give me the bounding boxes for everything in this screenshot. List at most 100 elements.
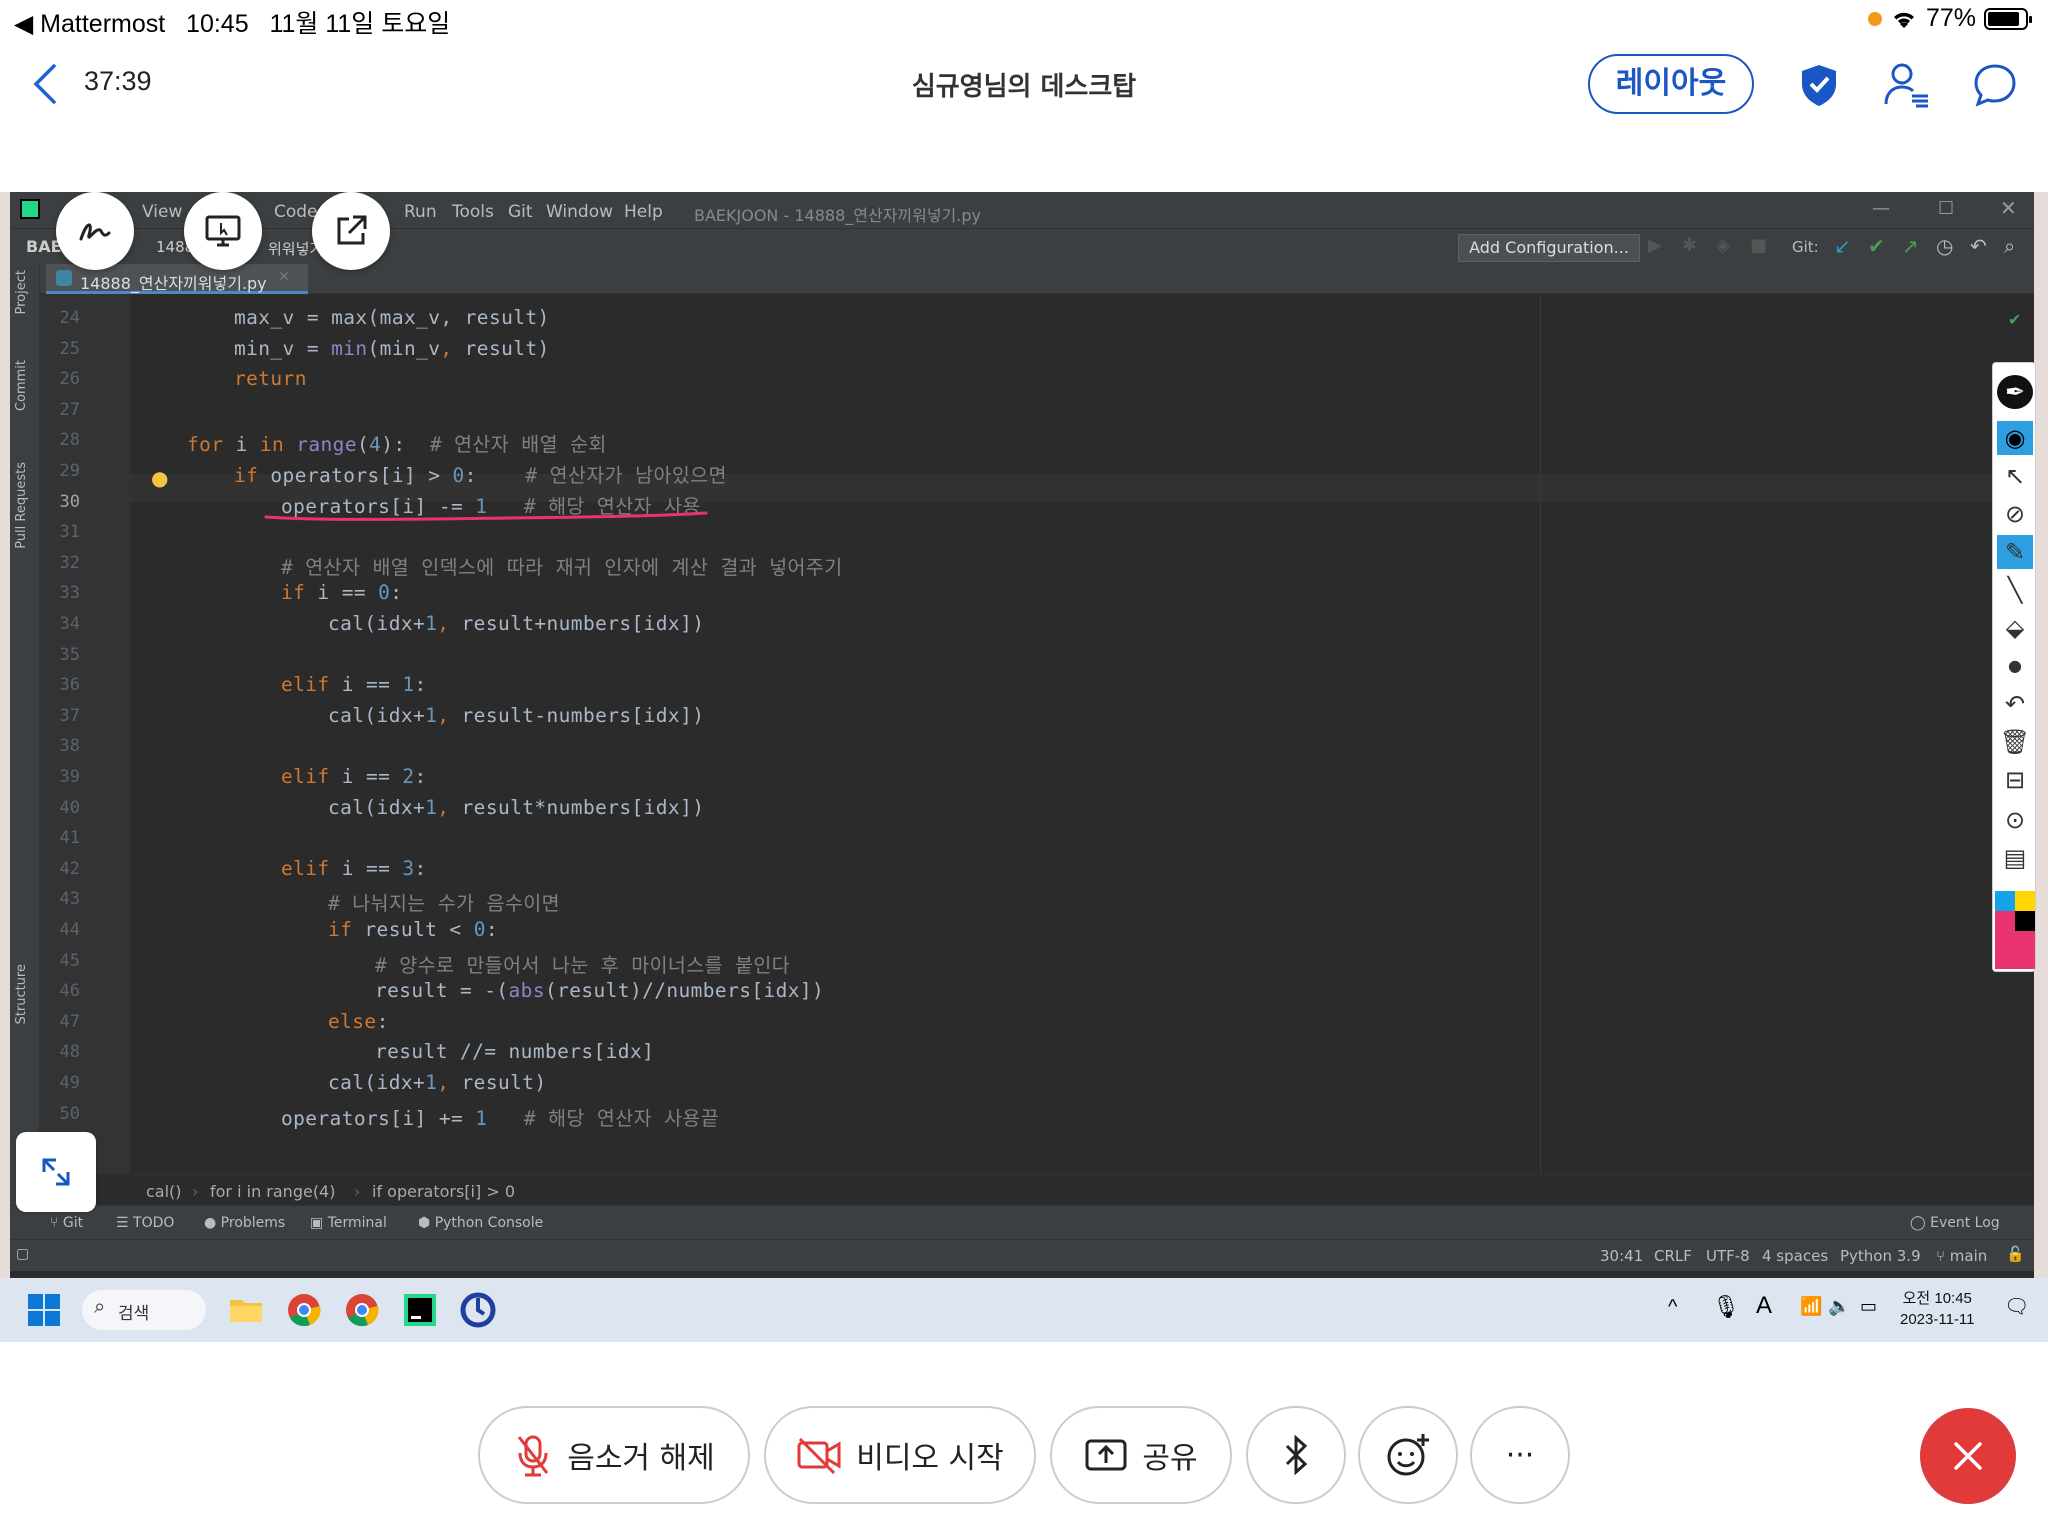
color-palette[interactable] xyxy=(1995,891,2035,969)
start-video-button[interactable]: 비디오 시작 xyxy=(764,1406,1036,1504)
whiteboard-icon[interactable]: ⊟ xyxy=(1997,763,2033,797)
tray-chevron-icon[interactable]: ^ xyxy=(1668,1296,1677,1319)
code-token: (min_v xyxy=(367,336,441,360)
undo-icon[interactable]: ↶ xyxy=(1997,687,2033,721)
git-update-icon[interactable]: ↙ xyxy=(1834,234,1851,258)
clipboard-icon[interactable]: ▤ xyxy=(1997,841,2033,875)
volume-icon[interactable]: 🔈 xyxy=(1828,1296,1850,1317)
chrome-icon[interactable] xyxy=(286,1292,322,1328)
close-window-icon[interactable]: ✕ xyxy=(2000,196,2017,220)
git-push-icon[interactable]: ↗ xyxy=(1902,234,1919,258)
menu-help[interactable]: Help xyxy=(624,202,663,222)
code-token: : xyxy=(376,1009,389,1033)
pen-tip-icon[interactable]: ✒ xyxy=(1997,375,2033,409)
camera-icon[interactable]: ⊙ xyxy=(1997,803,2033,837)
menu-window[interactable]: Window xyxy=(546,202,613,222)
laser-icon[interactable]: ⊘ xyxy=(1997,497,2033,531)
chat-icon[interactable] xyxy=(1970,60,2020,110)
windows-start-icon[interactable] xyxy=(26,1292,62,1328)
maximize-icon[interactable]: ☐ xyxy=(1938,198,1954,219)
close-tab-icon[interactable]: ✕ xyxy=(278,269,290,285)
pycharm-taskbar-icon[interactable] xyxy=(402,1292,438,1328)
coverage-icon[interactable]: ◈ xyxy=(1716,235,1730,256)
code-token: 1 xyxy=(425,1071,438,1094)
fullscreen-button[interactable] xyxy=(16,1132,96,1212)
tool-terminal[interactable]: ▣ Terminal xyxy=(310,1215,387,1231)
git-branch[interactable]: ⑂ main xyxy=(1936,1247,1987,1265)
tool-project[interactable]: Project xyxy=(14,270,29,314)
code-token: (result)//numbers[idx]) xyxy=(544,979,825,1003)
color-swatch-yellow[interactable] xyxy=(2015,891,2035,911)
taskbar-clock[interactable]: 오전 10:45 2023-11-11 xyxy=(1900,1288,1975,1330)
history-icon[interactable]: ◷ xyxy=(1936,234,1953,258)
marker-icon[interactable]: ✎ xyxy=(1997,535,2033,569)
stop-icon[interactable]: ■ xyxy=(1750,235,1767,256)
menu-code[interactable]: Code xyxy=(274,202,318,222)
end-call-button[interactable] xyxy=(1920,1408,2016,1504)
git-commit-icon[interactable]: ✔ xyxy=(1868,234,1885,258)
menu-git[interactable]: Git xyxy=(508,202,533,222)
line-separator[interactable]: CRLF xyxy=(1654,1247,1692,1265)
participants-icon[interactable] xyxy=(1882,60,1932,110)
menu-tools[interactable]: Tools xyxy=(452,202,494,222)
open-external-button[interactable] xyxy=(312,192,390,270)
taskbar-search[interactable]: ⌕ 검색 xyxy=(82,1290,206,1330)
tool-problems[interactable]: ● Problems xyxy=(204,1215,285,1231)
lightbulb-icon[interactable]: ● xyxy=(151,466,168,490)
tool-commit[interactable]: Commit xyxy=(14,360,29,411)
menu-view[interactable]: View xyxy=(142,202,182,222)
event-log-label: Event Log xyxy=(1930,1215,2000,1231)
back-to-app-link[interactable]: ◀ Mattermost xyxy=(14,10,165,38)
python-interpreter[interactable]: Python 3.9 xyxy=(1840,1247,1921,1265)
run-icon[interactable]: ▶ xyxy=(1648,235,1662,256)
share-button[interactable]: 공유 xyxy=(1050,1406,1232,1504)
pen-icon[interactable]: ╲ xyxy=(1997,573,2033,607)
pointer-arrow-icon[interactable]: ↖ xyxy=(1997,459,2033,493)
eye-icon[interactable]: ◉ xyxy=(1997,421,2033,455)
stroke-size-icon[interactable]: ● xyxy=(1997,649,2033,683)
ime-icon[interactable]: A xyxy=(1756,1292,1772,1320)
breadcrumb-for[interactable]: for i in range(4) xyxy=(210,1182,335,1201)
eraser-icon[interactable]: ⬙ xyxy=(1997,611,2033,645)
annotate-button[interactable] xyxy=(56,192,134,270)
battery-tray-icon[interactable]: ▭ xyxy=(1860,1296,1877,1317)
trash-icon[interactable]: 🗑 xyxy=(1997,725,2033,759)
remote-control-button[interactable] xyxy=(184,192,262,270)
file-explorer-icon[interactable] xyxy=(228,1292,264,1328)
color-swatch-black[interactable] xyxy=(2015,911,2035,931)
minimize-icon[interactable]: — xyxy=(1872,198,1890,219)
search-icon[interactable]: ⌕ xyxy=(2004,234,2015,258)
chrome-icon-2[interactable] xyxy=(344,1292,380,1328)
color-swatch-pink[interactable] xyxy=(1995,911,2015,931)
reaction-button[interactable] xyxy=(1358,1406,1458,1504)
caret-position[interactable]: 30:41 xyxy=(1600,1247,1643,1265)
current-color-swatch[interactable] xyxy=(1995,931,2035,969)
code-token: 1 xyxy=(475,1106,488,1130)
more-button[interactable]: ··· xyxy=(1470,1406,1570,1504)
rollback-icon[interactable]: ↶ xyxy=(1970,234,1987,258)
bluetooth-button[interactable] xyxy=(1246,1406,1346,1504)
unmute-button[interactable]: 음소거 해제 xyxy=(478,1406,750,1504)
tool-pull-requests[interactable]: Pull Requests xyxy=(14,462,29,549)
tool-structure[interactable]: Structure xyxy=(14,964,29,1024)
app-ring-icon[interactable] xyxy=(460,1292,496,1328)
shield-icon[interactable] xyxy=(1794,60,1844,110)
tool-git[interactable]: ⑂ Git xyxy=(50,1215,83,1231)
layout-button[interactable]: 레이아웃 xyxy=(1588,54,1754,114)
notification-icon[interactable]: 🗨 xyxy=(2004,1294,2029,1319)
network-icon[interactable]: 📶 xyxy=(1800,1296,1822,1317)
menu-run[interactable]: Run xyxy=(404,202,437,222)
tool-python-console[interactable]: ⬢ Python Console xyxy=(418,1215,543,1231)
event-log[interactable]: ◯ Event Log xyxy=(1910,1215,2000,1231)
indent-setting[interactable]: 4 spaces xyxy=(1762,1247,1828,1265)
color-swatch-cyan[interactable] xyxy=(1995,891,2015,911)
add-configuration-button[interactable]: Add Configuration... xyxy=(1458,234,1640,262)
breadcrumb-if[interactable]: if operators[i] > 0 xyxy=(372,1182,515,1201)
lock-icon[interactable]: 🔓 xyxy=(2006,1245,2025,1263)
layout-toggle-icon[interactable]: ▢ xyxy=(16,1246,29,1262)
mic-muted-tray-icon[interactable]: 🎙 xyxy=(1712,1294,1740,1320)
file-encoding[interactable]: UTF-8 xyxy=(1706,1247,1750,1265)
debug-icon[interactable]: ✱ xyxy=(1682,235,1697,256)
tool-todo[interactable]: ☰ TODO xyxy=(116,1215,174,1231)
breadcrumb-func[interactable]: cal() xyxy=(146,1182,182,1201)
